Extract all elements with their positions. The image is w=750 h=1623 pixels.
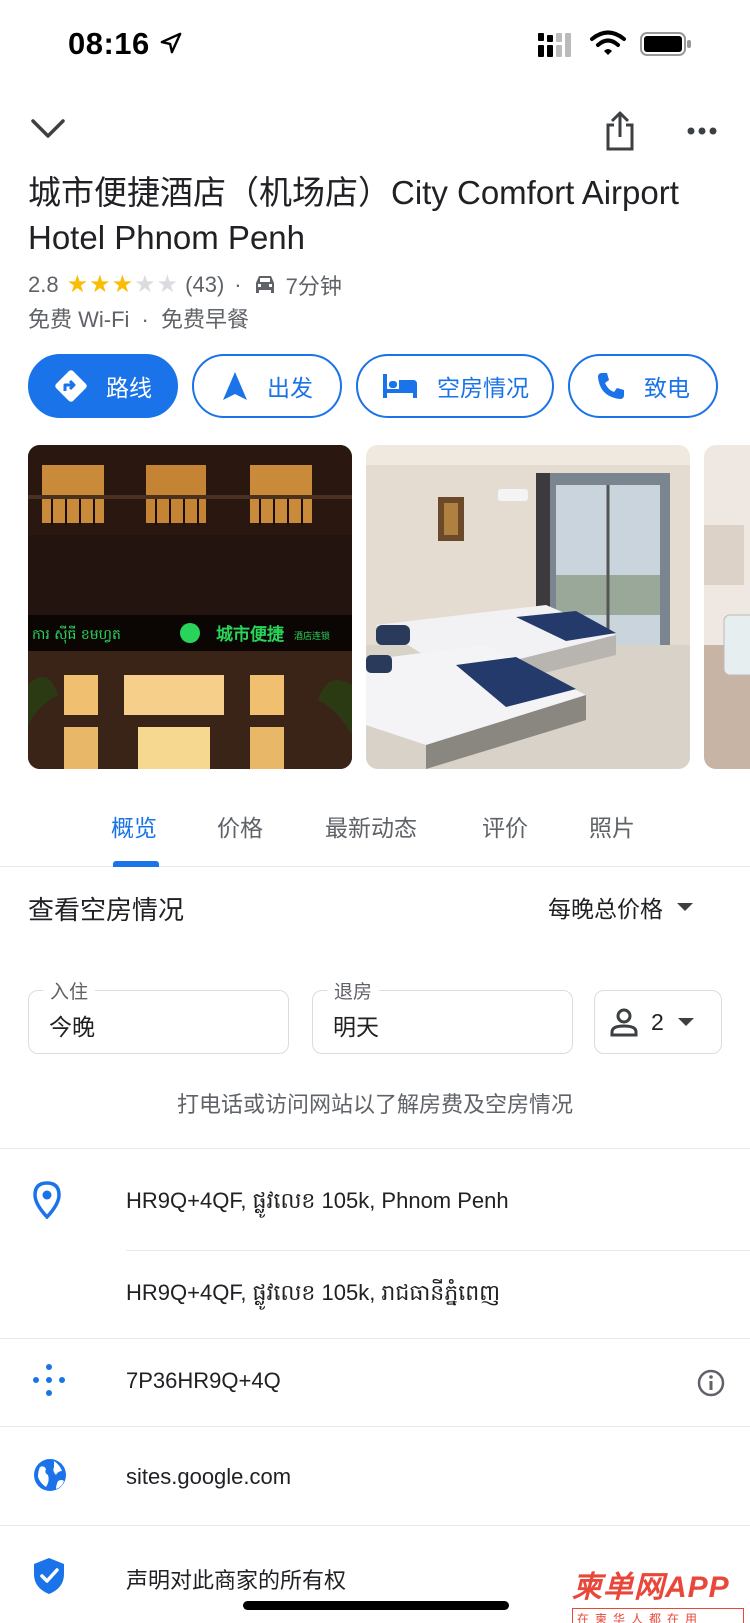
sign-chinese-small-text: 酒店连锁 <box>294 630 330 642</box>
claim-business-text: 声明对此商家的所有权 <box>126 1568 347 1593</box>
checkin-value: 今晚 <box>49 1014 95 1040</box>
person-icon <box>609 1007 639 1037</box>
top-bar <box>0 105 750 165</box>
star-icon: ★ <box>66 271 89 298</box>
bed-icon <box>381 372 419 400</box>
separator-dot: · <box>234 272 242 297</box>
directions-icon <box>54 369 88 403</box>
address-row[interactable]: HR9Q+4QF, ផ្លូវលេខ 105k, Phnom Penh <box>0 1149 750 1249</box>
hotel-photo-partial[interactable] <box>704 445 750 769</box>
watermark-logo: 柬单网APP 在柬华人都在用 <box>572 1562 744 1623</box>
sign-chinese-text: 城市便捷 <box>216 624 285 645</box>
signal-icon <box>538 33 572 62</box>
amenity-wifi: 免费 Wi-Fi <box>28 307 130 332</box>
checkin-field[interactable]: 入住 今晚 <box>28 977 289 1054</box>
info-icon[interactable] <box>697 1369 725 1402</box>
address-english: HR9Q+4QF, ផ្លូវលេខ 105k, Phnom Penh <box>126 1188 509 1213</box>
photo-carousel[interactable]: ការ ស៊ីធី ខមហ្វត 城市便捷 酒店连锁 <box>28 445 750 769</box>
availability-button[interactable]: 空房情况 <box>356 354 554 418</box>
status-time: 08:16 <box>68 26 150 61</box>
hotel-room-photo[interactable] <box>366 445 690 769</box>
status-bar: 08:16 <box>0 0 750 90</box>
directions-label: 路线 <box>106 375 152 401</box>
tab-overview[interactable]: 概览 <box>111 809 157 843</box>
tab-indicator <box>113 861 159 867</box>
place-pin-icon <box>32 1181 62 1224</box>
verified-shield-icon <box>32 1556 66 1601</box>
tab-updates[interactable]: 最新动态 <box>325 809 417 843</box>
tab-reviews[interactable]: 评价 <box>482 809 528 843</box>
battery-icon <box>640 32 692 61</box>
amenities-row: 免费 Wi-Fi · 免费早餐 <box>28 302 249 334</box>
address-khmer: HR9Q+4QF, ផ្លូវលេខ 105k, រាជធានីភ្នំពេញ <box>126 1280 501 1305</box>
watermark-sub-text: 在柬华人都在用 <box>572 1608 744 1623</box>
address-local-row[interactable]: HR9Q+4QF, ផ្លូវលេខ 105k, រាជធានីភ្នំពេញ <box>0 1251 750 1338</box>
hotel-exterior-photo[interactable]: ការ ស៊ីធី ខមហ្វត 城市便捷 酒店连锁 <box>28 445 352 769</box>
availability-label: 空房情况 <box>437 375 529 401</box>
location-arrow-icon <box>160 32 182 59</box>
rating-row: 2.8 ★ ★ ★ ★ ★ (43) · 7分钟 <box>28 268 342 302</box>
sign-khmer-text: ការ ស៊ីធី ខមហ្វត <box>32 625 121 644</box>
globe-icon <box>32 1457 68 1498</box>
guests-selector[interactable]: 2 <box>594 990 722 1054</box>
price-mode-label: 每晚总价格 <box>548 896 663 922</box>
home-indicator[interactable] <box>243 1601 509 1610</box>
start-label: 出发 <box>267 375 313 401</box>
guest-count: 2 <box>651 1008 664 1035</box>
start-button[interactable]: 出发 <box>192 354 342 418</box>
dropdown-arrow-icon <box>677 903 693 911</box>
watermark-main-text: 柬单网APP <box>572 1571 730 1604</box>
dropdown-arrow-icon <box>677 1018 694 1026</box>
call-button[interactable]: 致电 <box>568 354 718 418</box>
review-count[interactable]: (43) <box>185 272 224 298</box>
star-icon: ★ <box>156 271 179 298</box>
availability-note: 打电话或访问网站以了解房费及空房情况 <box>176 1092 573 1117</box>
rating-stars: ★ ★ ★ ★ ★ <box>67 273 180 297</box>
amenity-breakfast: 免费早餐 <box>161 307 250 332</box>
checkout-field[interactable]: 退房 明天 <box>312 977 573 1054</box>
price-mode-dropdown[interactable]: 每晚总价格 <box>548 890 693 924</box>
navigation-icon <box>221 370 249 402</box>
wifi-icon <box>590 30 626 61</box>
directions-button[interactable]: 路线 <box>28 354 178 418</box>
availability-title: 查看空房情况 <box>28 895 185 925</box>
car-icon <box>252 274 278 296</box>
tab-prices[interactable]: 价格 <box>217 809 263 843</box>
separator-dot: · <box>141 307 149 332</box>
star-icon: ★ <box>111 271 134 298</box>
checkout-value: 明天 <box>333 1014 379 1040</box>
place-title: 城市便捷酒店（机场店）City Comfort Airport Hotel Ph… <box>28 174 679 256</box>
tab-photos[interactable]: 照片 <box>589 809 635 843</box>
website-row[interactable]: sites.google.com <box>0 1427 750 1525</box>
star-icon: ★ <box>89 271 111 298</box>
drive-time: 7分钟 <box>285 274 342 299</box>
checkin-label: 入住 <box>43 977 96 1004</box>
checkout-label: 退房 <box>327 977 380 1004</box>
rating-value: 2.8 <box>28 272 59 297</box>
call-label: 致电 <box>644 375 690 401</box>
plus-code-icon <box>32 1363 66 1402</box>
tab-bar: 概览 价格 最新动态 评价 照片 <box>0 795 750 867</box>
chevron-down-icon[interactable] <box>24 105 72 153</box>
star-icon: ★ <box>134 271 156 298</box>
phone-icon <box>596 371 626 401</box>
plus-code-text: 7P36HR9Q+4Q <box>126 1368 281 1393</box>
more-icon[interactable] <box>680 109 724 153</box>
plus-code-row[interactable]: 7P36HR9Q+4Q <box>0 1339 750 1426</box>
website-link[interactable]: sites.google.com <box>126 1464 291 1490</box>
action-buttons: 路线 出发 空房情况 致电 <box>28 354 750 418</box>
share-icon[interactable] <box>596 105 644 157</box>
